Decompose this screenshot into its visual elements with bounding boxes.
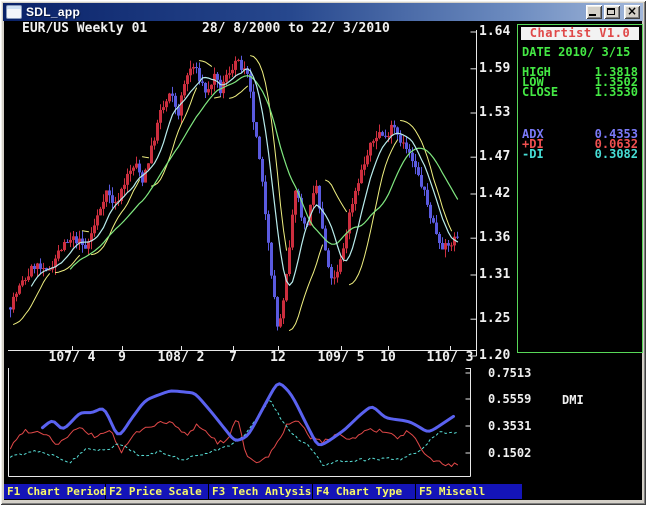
maximize-button[interactable] bbox=[604, 5, 620, 19]
menu-f2-price-scale[interactable]: F2 Price Scale bbox=[106, 484, 208, 499]
window-controls: × bbox=[586, 5, 640, 19]
menu-f4-chart-type[interactable]: F4 Chart Type bbox=[313, 484, 415, 499]
window-title: SDL_app bbox=[26, 5, 81, 19]
app-icon bbox=[6, 5, 22, 19]
close-icon: × bbox=[626, 4, 638, 18]
chart-client-area bbox=[4, 21, 642, 500]
titlebar[interactable]: SDL_app × bbox=[3, 3, 643, 21]
menu-f3-tech-analysis[interactable]: F3 Tech Anlysis bbox=[209, 484, 312, 499]
function-key-menubar: F1 Chart Period F2 Price Scale F3 Tech A… bbox=[4, 484, 642, 500]
close-button[interactable]: × bbox=[624, 5, 640, 19]
minimize-button[interactable] bbox=[586, 5, 602, 19]
menu-f5-miscell[interactable]: F5 Miscell bbox=[416, 484, 522, 499]
maximize-icon bbox=[607, 8, 615, 15]
minimize-icon bbox=[589, 14, 596, 16]
menu-f1-chart-period[interactable]: F1 Chart Period bbox=[4, 484, 106, 499]
app-window: SDL_app × EUR/US Weekly 01 28/ 8/2000 to… bbox=[0, 0, 646, 505]
